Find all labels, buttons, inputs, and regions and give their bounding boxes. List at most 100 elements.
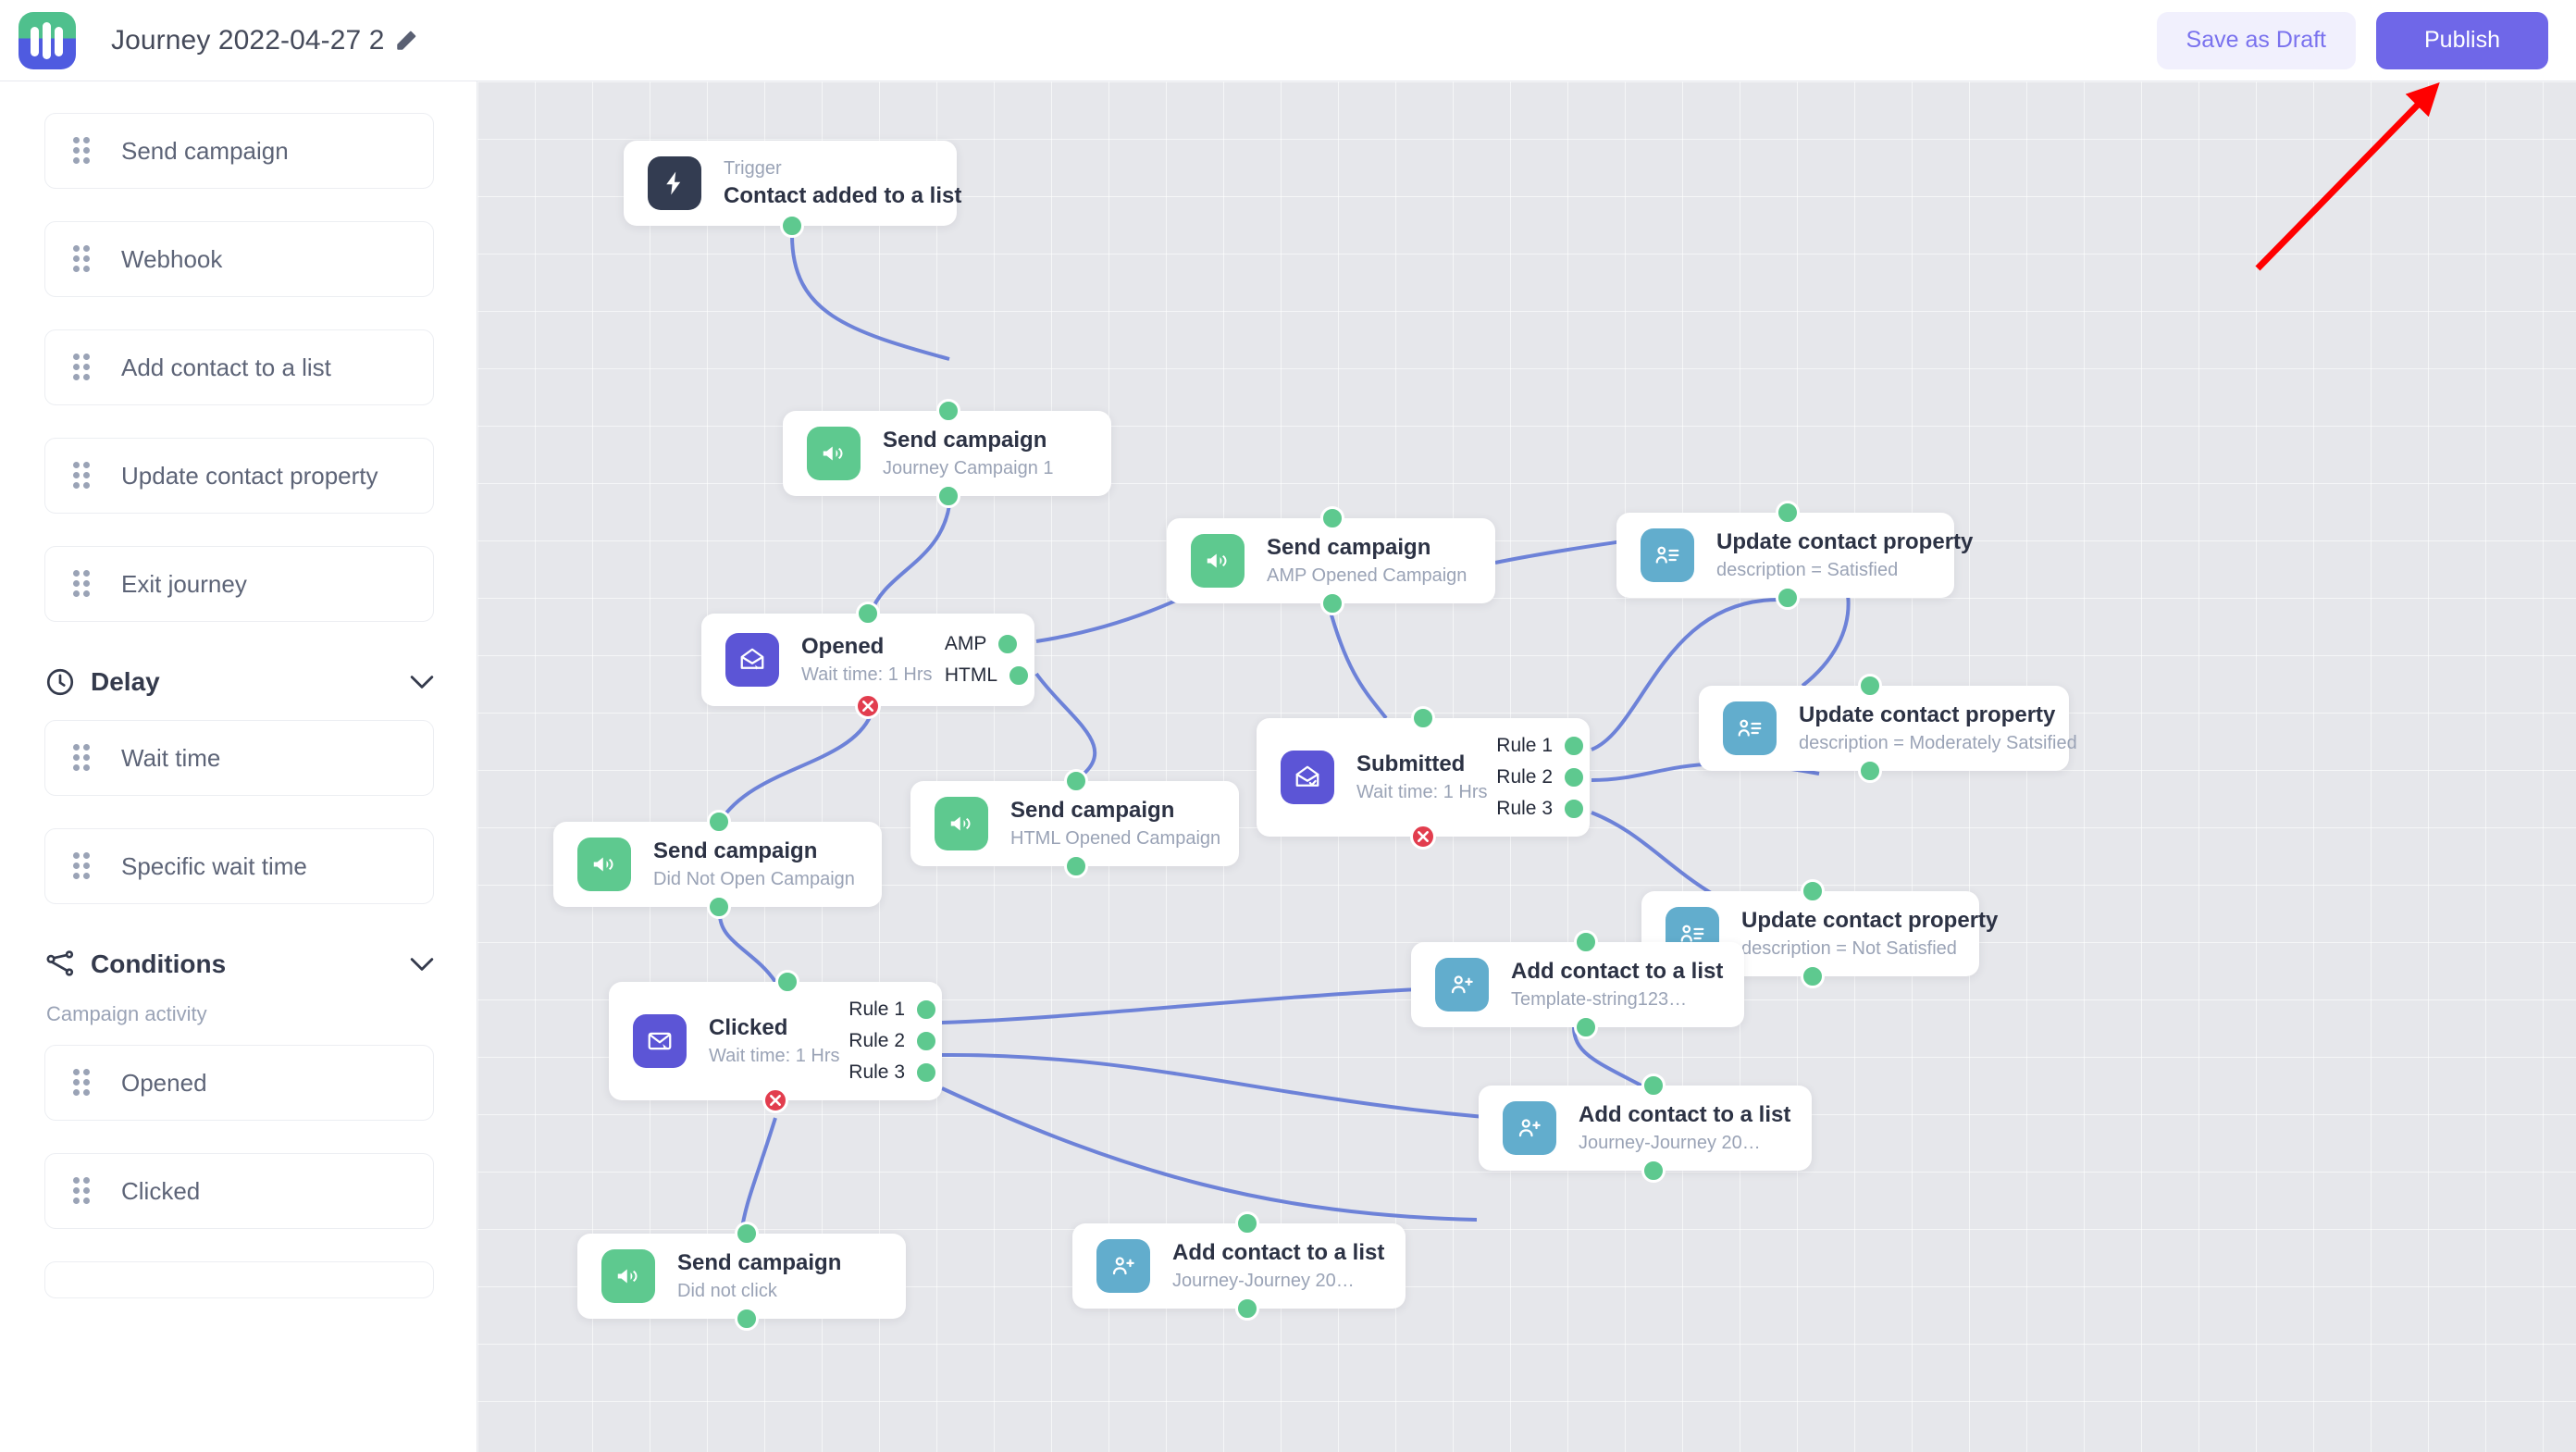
node-input-port[interactable]: [1320, 506, 1344, 530]
save-as-draft-button[interactable]: Save as Draft: [2156, 11, 2356, 69]
node-subtitle: Did not click: [677, 1281, 777, 1301]
rule-row-1[interactable]: Rule 1: [1496, 730, 1586, 762]
sidebar-item-wait-time[interactable]: Wait time: [44, 720, 434, 796]
sidebar: Send campaign Webhook Add contact to a l…: [0, 81, 477, 1452]
drag-handle-icon[interactable]: [73, 852, 93, 880]
sidebar-section-delay[interactable]: Delay: [44, 666, 434, 698]
sidebar-item-partial[interactable]: [44, 1261, 434, 1298]
node-trigger[interactable]: Trigger Contact added to a list: [624, 141, 961, 238]
node-error-port[interactable]: [855, 693, 881, 719]
node-output-port[interactable]: [735, 1307, 759, 1331]
chevron-down-icon[interactable]: [410, 675, 434, 689]
node-output-port[interactable]: [936, 484, 960, 508]
node-output-port[interactable]: [1641, 1159, 1666, 1183]
node-output-port[interactable]: [780, 214, 804, 238]
rule-label: Rule 1: [848, 999, 905, 1020]
node-output-port[interactable]: [1776, 586, 1800, 610]
node-add-contact-journey-2[interactable]: Add contact to a list Journey-Journey 20…: [1072, 1211, 1406, 1321]
node-input-port[interactable]: [1641, 1073, 1666, 1098]
node-input-port[interactable]: [1235, 1211, 1259, 1235]
node-rule-list: Rule 1 Rule 2 Rule 3: [848, 982, 938, 1100]
node-input-port[interactable]: [707, 810, 731, 834]
branch-amp[interactable]: AMP: [945, 628, 1022, 660]
sidebar-item-webhook[interactable]: Webhook: [44, 221, 434, 297]
rule-row-2[interactable]: Rule 2: [1496, 762, 1586, 793]
rule-output-port[interactable]: [914, 998, 938, 1022]
node-input-port[interactable]: [1574, 930, 1598, 954]
drag-handle-icon[interactable]: [73, 570, 93, 598]
node-update-contact-property-satisfied[interactable]: Update contact property description = Sa…: [1616, 501, 1974, 610]
rule-row-1[interactable]: Rule 1: [848, 994, 938, 1025]
rule-output-port[interactable]: [914, 1061, 938, 1085]
chevron-down-icon[interactable]: [410, 957, 434, 972]
node-add-contact-journey-1[interactable]: Add contact to a list Journey-Journey 20…: [1479, 1073, 1812, 1183]
rule-output-port[interactable]: [1562, 734, 1586, 758]
node-send-campaign-did-not-open[interactable]: Send campaign Did Not Open Campaign: [553, 810, 882, 919]
node-output-port[interactable]: [707, 895, 731, 919]
drag-handle-icon[interactable]: [73, 1069, 93, 1097]
rule-row-3[interactable]: Rule 3: [1496, 793, 1586, 825]
node-input-port[interactable]: [1858, 674, 1882, 698]
branch-output-port[interactable]: [996, 632, 1021, 656]
rule-output-port[interactable]: [914, 1029, 938, 1053]
sidebar-item-exit-journey[interactable]: Exit journey: [44, 546, 434, 622]
publish-button[interactable]: Publish: [2376, 11, 2548, 69]
node-output-port[interactable]: [1858, 759, 1882, 783]
node-input-port[interactable]: [775, 970, 799, 994]
node-output-port[interactable]: [1064, 854, 1088, 878]
sidebar-item-label: Add contact to a list: [121, 353, 331, 381]
sidebar-item-clicked[interactable]: Clicked: [44, 1153, 434, 1229]
branch-output-port[interactable]: [1007, 664, 1031, 688]
node-input-port[interactable]: [856, 602, 880, 626]
node-submitted-condition[interactable]: Submitted Wait time: 1 Hrs Rule 1 Rule 2…: [1257, 706, 1590, 850]
rule-output-port[interactable]: [1562, 797, 1586, 821]
node-send-campaign-journey-1[interactable]: Send campaign Journey Campaign 1: [783, 399, 1111, 508]
node-update-contact-property-moderately-satisfied[interactable]: Update contact property description = Mo…: [1699, 674, 2077, 783]
sidebar-item-opened[interactable]: Opened: [44, 1045, 434, 1121]
sidebar-item-specific-wait-time[interactable]: Specific wait time: [44, 828, 434, 904]
node-input-port[interactable]: [1801, 879, 1825, 903]
branch-html[interactable]: HTML: [945, 660, 1031, 691]
journey-canvas[interactable]: Trigger Contact added to a list Send cam…: [477, 81, 2576, 1452]
pencil-icon[interactable]: [394, 29, 418, 53]
node-output-port[interactable]: [1235, 1297, 1259, 1321]
sidebar-item-label: Specific wait time: [121, 851, 307, 880]
rule-row-3[interactable]: Rule 3: [848, 1057, 938, 1088]
node-title: Update contact property: [1799, 702, 2056, 727]
sidebar-item-label: Send campaign: [121, 136, 289, 165]
node-output-port[interactable]: [1320, 591, 1344, 615]
sidebar-section-conditions[interactable]: Conditions: [44, 949, 434, 980]
node-input-port[interactable]: [1411, 706, 1435, 730]
node-input-port[interactable]: [735, 1222, 759, 1246]
rule-output-port[interactable]: [1562, 765, 1586, 789]
sidebar-item-label: Webhook: [121, 244, 223, 273]
node-opened-condition[interactable]: Opened Wait time: 1 Hrs AMP HTML: [701, 602, 1034, 719]
node-send-campaign-html[interactable]: Send campaign HTML Opened Campaign: [910, 769, 1239, 878]
drag-handle-icon[interactable]: [73, 1177, 93, 1205]
node-error-port[interactable]: [1410, 824, 1436, 850]
drag-handle-icon[interactable]: [73, 744, 93, 772]
node-title: Submitted: [1356, 751, 1466, 776]
drag-handle-icon[interactable]: [73, 245, 93, 273]
node-add-contact-template-string[interactable]: Add contact to a list Template-string123…: [1411, 930, 1744, 1039]
sidebar-item-add-contact-to-a-list[interactable]: Add contact to a list: [44, 329, 434, 405]
node-input-port[interactable]: [1064, 769, 1088, 793]
node-input-port[interactable]: [1776, 501, 1800, 525]
journey-title-group: Journey 2022-04-27 2: [111, 25, 418, 56]
mautic-logo-icon[interactable]: [19, 11, 76, 69]
node-send-campaign-amp[interactable]: Send campaign AMP Opened Campaign: [1167, 506, 1495, 615]
rule-row-2[interactable]: Rule 2: [848, 1025, 938, 1057]
node-output-port[interactable]: [1801, 964, 1825, 988]
drag-handle-icon[interactable]: [73, 462, 93, 490]
node-clicked-condition[interactable]: Clicked Wait time: 1 Hrs Rule 1 Rule 2 R…: [609, 970, 942, 1113]
sidebar-item-update-contact-property[interactable]: Update contact property: [44, 438, 434, 514]
node-input-port[interactable]: [936, 399, 960, 423]
node-error-port[interactable]: [762, 1087, 788, 1113]
megaphone-icon: [807, 427, 861, 480]
node-title: Update contact property: [1716, 529, 1974, 554]
node-send-campaign-did-not-click[interactable]: Send campaign Did not click: [577, 1222, 906, 1331]
drag-handle-icon[interactable]: [73, 354, 93, 381]
sidebar-item-send-campaign[interactable]: Send campaign: [44, 113, 434, 189]
drag-handle-icon[interactable]: [73, 137, 93, 165]
node-output-port[interactable]: [1574, 1015, 1598, 1039]
